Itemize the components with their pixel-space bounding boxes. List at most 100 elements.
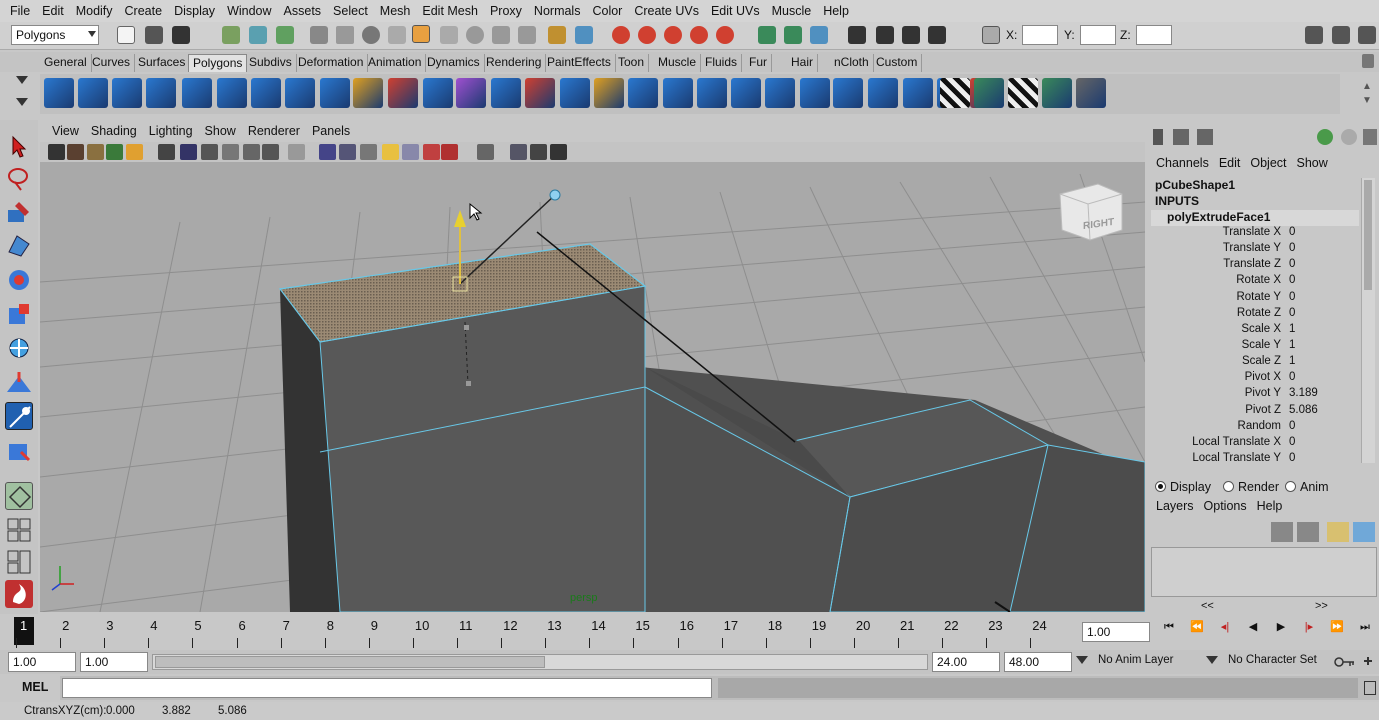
render-settings-icon[interactable] <box>928 26 946 44</box>
menu-muscle[interactable]: Muscle <box>766 4 818 18</box>
panel-menu-shading[interactable]: Shading <box>85 124 143 138</box>
new-scene-icon[interactable] <box>117 26 135 44</box>
channel-row-rotate-y[interactable]: Rotate Y0 <box>1151 291 1359 307</box>
persp-outliner-layout-icon[interactable] <box>5 548 33 576</box>
bevel-icon[interactable] <box>731 78 761 108</box>
menu-help[interactable]: Help <box>817 4 855 18</box>
wireframe-on-shaded-icon[interactable] <box>339 144 356 160</box>
panel-menu-show[interactable]: Show <box>199 124 242 138</box>
channel-value[interactable]: 1 <box>1283 339 1343 355</box>
channel-row-scale-z[interactable]: Scale Z1 <box>1151 355 1359 371</box>
layer-type-render[interactable]: Render <box>1223 480 1279 494</box>
reduce-icon[interactable] <box>456 78 486 108</box>
layer-options-icon[interactable] <box>1327 522 1349 542</box>
toggle-attribute-editor-icon[interactable] <box>1305 26 1323 44</box>
attribute-layout-icon[interactable] <box>1197 129 1213 145</box>
channel-value[interactable]: 0 <box>1283 274 1343 290</box>
anim-layer-dropdown-icon[interactable] <box>1076 656 1088 664</box>
smooth-shade-icon[interactable] <box>319 144 336 160</box>
channel-row-scale-y[interactable]: Scale Y1 <box>1151 339 1359 355</box>
menu-set-dropdown[interactable]: Polygons <box>11 25 99 45</box>
animation-preferences-icon[interactable] <box>1362 654 1374 668</box>
film-gate-icon[interactable] <box>158 144 175 160</box>
channel-value[interactable]: 0 <box>1283 258 1343 274</box>
shelf-tab-rendering[interactable]: Rendering <box>482 54 547 72</box>
split-polygon-icon[interactable] <box>628 78 658 108</box>
menu-select[interactable]: Select <box>327 4 374 18</box>
bookmarks-icon[interactable] <box>87 144 104 160</box>
shelf-tab-deformation[interactable]: Deformation <box>294 54 369 72</box>
safe-action-icon[interactable] <box>243 144 260 160</box>
move-tool-icon[interactable] <box>5 232 33 260</box>
layer-prev-button[interactable]: << <box>1201 600 1214 612</box>
shelf-tab-custom[interactable]: Custom <box>872 54 923 72</box>
combine-icon[interactable] <box>320 78 350 108</box>
next-key-icon[interactable]: |▸ <box>1298 618 1320 636</box>
new-layer-selected-icon[interactable] <box>1297 522 1319 542</box>
channel-row-pivot-z[interactable]: Pivot Z 5.086 <box>1151 404 1359 420</box>
four-view-layout-icon[interactable] <box>5 516 33 544</box>
poly-pipe-icon[interactable] <box>285 78 315 108</box>
menu-modify[interactable]: Modify <box>70 4 119 18</box>
select-cube-icon[interactable] <box>336 26 354 44</box>
play-backwards-icon[interactable]: ◀ <box>1242 618 1264 636</box>
checker-uv-icon[interactable] <box>940 78 970 108</box>
channel-value[interactable]: 0 <box>1283 371 1343 387</box>
paint-select-tool-icon[interactable] <box>5 198 33 226</box>
xray-joints-icon[interactable] <box>441 144 458 160</box>
checker-map-icon[interactable] <box>1008 78 1038 108</box>
shelf-scroll-icon[interactable]: ▲ ▼ <box>1362 80 1372 110</box>
mirror-icon[interactable] <box>491 78 521 108</box>
render-frame-icon[interactable] <box>876 26 894 44</box>
script-editor-icon[interactable] <box>1364 681 1376 695</box>
channel-box-scrollbar[interactable] <box>1361 178 1375 463</box>
lock-selection-icon[interactable] <box>548 26 566 44</box>
panel-menu-renderer[interactable]: Renderer <box>242 124 306 138</box>
channel-value[interactable]: 0 <box>1283 242 1343 258</box>
poly-cylinder-icon[interactable] <box>112 78 142 108</box>
mel-language-toggle[interactable]: MEL <box>0 676 60 700</box>
select-dynamics-icon[interactable] <box>466 26 484 44</box>
poly-torus-icon[interactable] <box>217 78 247 108</box>
layer-next-button[interactable]: >> <box>1315 600 1328 612</box>
safe-title-icon[interactable] <box>262 144 279 160</box>
render-view-icon[interactable] <box>848 26 866 44</box>
custom-layout-icon[interactable] <box>5 580 33 608</box>
camera-attributes-icon[interactable] <box>67 144 84 160</box>
render-radio[interactable] <box>1223 481 1234 492</box>
panel-menu-view[interactable]: View <box>46 124 85 138</box>
select-curve-icon[interactable] <box>388 26 406 44</box>
universal-manipulator-icon[interactable] <box>5 334 33 362</box>
channel-menu-object[interactable]: Object <box>1245 156 1291 170</box>
field-chart-icon[interactable] <box>222 144 239 160</box>
shelf-tab-subdivs[interactable]: Subdivs <box>245 54 297 72</box>
anim-radio[interactable] <box>1285 481 1296 492</box>
snap-point-icon[interactable] <box>664 26 682 44</box>
xray-icon[interactable] <box>423 144 440 160</box>
channel-expand-icon[interactable] <box>1363 129 1377 145</box>
channel-value[interactable]: 5.086 <box>1283 404 1343 420</box>
channel-scroll-thumb[interactable] <box>1364 180 1372 290</box>
channel-menu-show[interactable]: Show <box>1292 156 1333 170</box>
grid-icon[interactable] <box>126 144 143 160</box>
select-camera-icon[interactable] <box>48 144 65 160</box>
perspective-viewport[interactable]: RIGHT persp <box>40 162 1145 612</box>
resolution-gate-icon[interactable] <box>180 144 197 160</box>
extrude-icon[interactable] <box>525 78 555 108</box>
channel-value[interactable]: 0 <box>1283 226 1343 242</box>
insert-edge-loop-icon[interactable] <box>663 78 693 108</box>
uv-editor-icon[interactable] <box>974 78 1004 108</box>
channel-box-toggle-icon[interactable] <box>1153 129 1163 145</box>
playback-end-field[interactable]: 24.00 <box>932 652 1000 672</box>
channel-row-translate-z[interactable]: Translate Z0 <box>1151 258 1359 274</box>
new-layer-icon[interactable] <box>1271 522 1293 542</box>
toggle-tool-settings-icon[interactable] <box>1332 26 1350 44</box>
select-component-icon[interactable] <box>276 26 294 44</box>
character-set-label[interactable]: No Character Set <box>1228 654 1338 666</box>
shelf-tab-toon[interactable]: Toon <box>614 54 650 72</box>
channel-display-icon[interactable] <box>1341 129 1357 145</box>
merge-vertex-icon[interactable] <box>765 78 795 108</box>
single-perspective-layout-icon[interactable] <box>5 482 33 510</box>
open-scene-icon[interactable] <box>145 26 163 44</box>
shelf-tab-animation[interactable]: Animation <box>364 54 427 72</box>
